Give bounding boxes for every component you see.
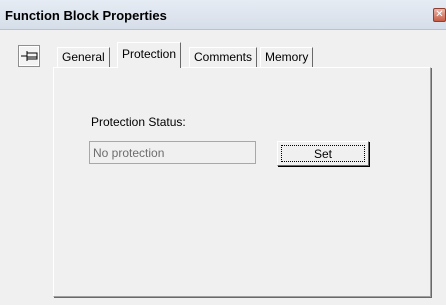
tab-protection[interactable]: Protection <box>117 42 182 68</box>
set-button[interactable]: Set <box>277 141 369 166</box>
close-icon: ✕ <box>435 9 444 20</box>
tab-comments-label: Comments <box>194 50 253 64</box>
close-button[interactable]: ✕ <box>433 8 446 22</box>
tab-general-label: General <box>62 50 105 64</box>
window-title: Function Block Properties <box>5 8 167 23</box>
tab-general[interactable]: General <box>57 47 110 68</box>
set-button-label: Set <box>281 145 365 162</box>
tab-memory[interactable]: Memory <box>260 47 314 68</box>
tab-comments[interactable]: Comments <box>189 47 258 68</box>
protection-tab-panel <box>53 67 431 297</box>
protection-status-field: No protection <box>89 141 256 164</box>
protection-status-label: Protection Status: <box>91 115 186 129</box>
pin-icon <box>21 51 38 61</box>
pin-button[interactable] <box>18 45 40 67</box>
tab-memory-label: Memory <box>265 50 309 64</box>
title-bar: Function Block Properties ✕ <box>0 0 446 30</box>
tab-protection-label: Protection <box>122 47 177 61</box>
